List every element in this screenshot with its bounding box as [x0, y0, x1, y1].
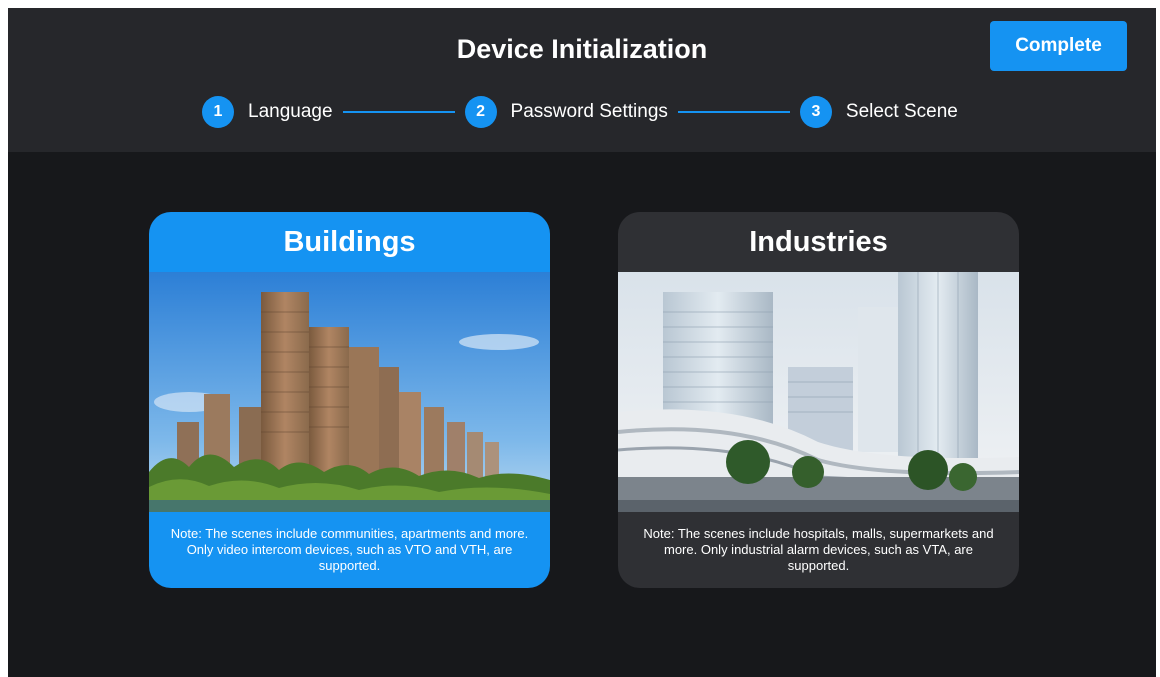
scene-card-industries[interactable]: Industries Note: The scenes include hosp… — [618, 212, 1019, 588]
step-select-scene: 3 Select Scene — [799, 96, 958, 128]
step-language: 1 Language — [202, 96, 333, 128]
device-screen: Device Initialization Complete 1 Languag… — [8, 8, 1156, 677]
buildings-photo — [149, 272, 550, 512]
complete-button[interactable]: Complete — [990, 21, 1127, 71]
scene-card-title: Buildings — [283, 225, 416, 258]
header-bar: Device Initialization Complete 1 Languag… — [8, 8, 1156, 152]
scene-card-buildings[interactable]: Buildings Note: The scenes include commu… — [149, 212, 550, 588]
step-progress: 1 Language 2 Password Settings 3 Select … — [202, 96, 958, 128]
step-label: Password Settings — [510, 101, 668, 122]
step-password-settings: 2 Password Settings — [464, 96, 668, 128]
scene-card-note: Note: The scenes include hospitals, mall… — [643, 526, 994, 573]
scene-card-title: Industries — [749, 225, 888, 258]
step-connector — [677, 111, 790, 113]
step-number-badge: 3 — [799, 96, 832, 128]
step-number-badge: 2 — [464, 96, 497, 128]
step-label: Select Scene — [845, 101, 958, 122]
step-number-badge: 1 — [202, 96, 234, 128]
step-connector — [342, 111, 455, 113]
page-title: Device Initialization — [456, 34, 708, 64]
industries-photo — [618, 272, 1019, 512]
step-label: Language — [248, 101, 333, 122]
scene-card-note: Note: The scenes include communities, ap… — [170, 526, 529, 573]
